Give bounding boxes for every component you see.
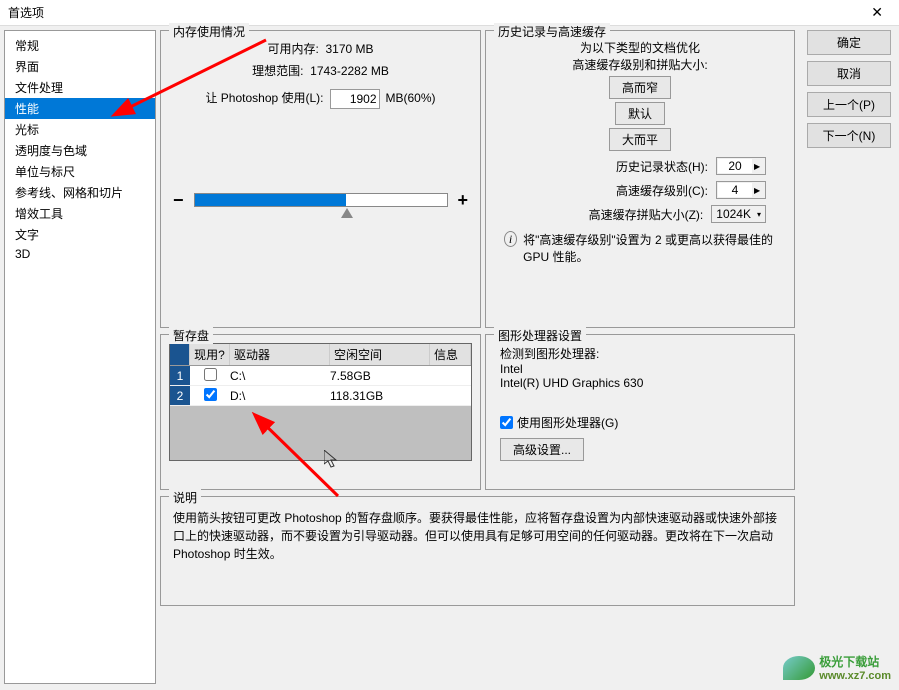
chevron-down-icon: ▾ [757, 210, 761, 219]
cache-tile-size-select[interactable]: 1024K▾ [711, 205, 766, 223]
slider-minus-button[interactable]: − [173, 190, 184, 211]
info-icon: i [504, 231, 517, 247]
advanced-settings-button[interactable]: 高级设置... [500, 438, 584, 461]
gpu-legend: 图形处理器设置 [494, 327, 586, 344]
scratch-table: 现用? 驱动器 空闲空间 信息 1C:\7.58GB2D:\118.31GB [169, 343, 472, 461]
big-flat-button[interactable]: 大而平 [609, 128, 671, 151]
use-gpu-checkbox[interactable]: 使用图形处理器(G) [500, 414, 618, 431]
sidebar-item-3[interactable]: 性能 [5, 98, 155, 119]
cache-tile-label: 高速缓存级别和拼贴大小: [494, 56, 786, 73]
ok-button[interactable]: 确定 [807, 30, 891, 55]
table-row[interactable]: 1C:\7.58GB [170, 366, 471, 386]
prev-button[interactable]: 上一个(P) [807, 92, 891, 117]
sidebar-item-8[interactable]: 增效工具 [5, 203, 155, 224]
cache-hint-text: 将"高速缓存级别"设置为 2 或更高以获得最佳的 GPU 性能。 [523, 231, 776, 265]
sidebar-item-0[interactable]: 常规 [5, 35, 155, 56]
sidebar-item-5[interactable]: 透明度与色域 [5, 140, 155, 161]
cache-levels-input[interactable]: ▶ [716, 181, 766, 199]
default-button[interactable]: 默认 [615, 102, 665, 125]
watermark: 极光下载站 www.xz7.com [783, 653, 891, 682]
sidebar-item-10[interactable]: 3D [5, 245, 155, 263]
description-legend: 说明 [169, 489, 201, 506]
description-panel: 说明 使用箭头按钮可更改 Photoshop 的暂存盘顺序。要获得最佳性能，应将… [160, 496, 795, 606]
available-mem-label: 可用内存: [267, 42, 318, 56]
memory-input[interactable] [330, 89, 380, 109]
optimize-for-label: 为以下类型的文档优化 [494, 39, 786, 56]
description-text: 使用箭头按钮可更改 Photoshop 的暂存盘顺序。要获得最佳性能，应将暂存盘… [169, 505, 786, 567]
watermark-icon [783, 656, 815, 680]
sidebar-item-4[interactable]: 光标 [5, 119, 155, 140]
cancel-button[interactable]: 取消 [807, 61, 891, 86]
chevron-right-icon[interactable]: ▶ [752, 162, 762, 171]
scratch-active-checkbox[interactable] [204, 388, 217, 401]
history-cache-panel: 历史记录与高速缓存 为以下类型的文档优化 高速缓存级别和拼贴大小: 高而窄 默认… [485, 30, 795, 328]
ideal-range-label: 理想范围: [252, 64, 303, 78]
chevron-right-icon[interactable]: ▶ [752, 186, 762, 195]
tall-thin-button[interactable]: 高而窄 [609, 76, 671, 99]
memory-suffix: MB(60%) [386, 88, 436, 110]
scratch-drive: D:\ [230, 389, 330, 403]
scratch-drive: C:\ [230, 369, 330, 383]
scratch-legend: 暂存盘 [169, 327, 213, 344]
memory-legend: 内存使用情况 [169, 23, 249, 40]
col-info: 信息 [430, 344, 471, 365]
history-states-input[interactable]: ▶ [716, 157, 766, 175]
window-title: 首选项 [8, 4, 44, 21]
sidebar-item-9[interactable]: 文字 [5, 224, 155, 245]
ideal-range-value: 1743-2282 MB [310, 64, 389, 78]
cursor-icon [324, 450, 340, 470]
slider-plus-button[interactable]: + [458, 190, 469, 211]
let-ps-use-label: 让 Photoshop 使用(L): [205, 88, 323, 110]
sidebar-item-6[interactable]: 单位与标尺 [5, 161, 155, 182]
gpu-vendor: Intel [500, 362, 780, 376]
history-states-label: 历史记录状态(H): [616, 158, 708, 175]
cache-tile-size-label: 高速缓存拼贴大小(Z): [589, 206, 704, 223]
scratch-free: 7.58GB [330, 369, 430, 383]
table-row[interactable]: 2D:\118.31GB [170, 386, 471, 406]
gpu-settings-panel: 图形处理器设置 检测到图形处理器: Intel Intel(R) UHD Gra… [485, 334, 795, 490]
category-sidebar: 常规界面文件处理性能光标透明度与色域单位与标尺参考线、网格和切片增效工具文字3D [4, 30, 156, 684]
sidebar-item-7[interactable]: 参考线、网格和切片 [5, 182, 155, 203]
cache-levels-label: 高速缓存级别(C): [616, 182, 708, 199]
scratch-active-checkbox[interactable] [204, 368, 217, 381]
available-mem-value: 3170 MB [325, 42, 373, 56]
sidebar-item-1[interactable]: 界面 [5, 56, 155, 77]
next-button[interactable]: 下一个(N) [807, 123, 891, 148]
scratch-free: 118.31GB [330, 389, 430, 403]
history-legend: 历史记录与高速缓存 [494, 23, 610, 40]
memory-slider[interactable] [194, 193, 448, 207]
sidebar-item-2[interactable]: 文件处理 [5, 77, 155, 98]
memory-usage-panel: 内存使用情况 可用内存: 3170 MB 理想范围: 1743-2282 MB … [160, 30, 481, 328]
scratch-disks-panel: 暂存盘 现用? 驱动器 空闲空间 信息 1C:\7.58GB2D:\118.31… [160, 334, 481, 490]
detected-gpu-label: 检测到图形处理器: [500, 345, 780, 362]
col-drive: 驱动器 [230, 344, 330, 365]
col-active: 现用? [190, 344, 230, 365]
close-icon[interactable]: ✕ [863, 4, 891, 21]
gpu-model: Intel(R) UHD Graphics 630 [500, 376, 780, 390]
col-free: 空闲空间 [330, 344, 430, 365]
